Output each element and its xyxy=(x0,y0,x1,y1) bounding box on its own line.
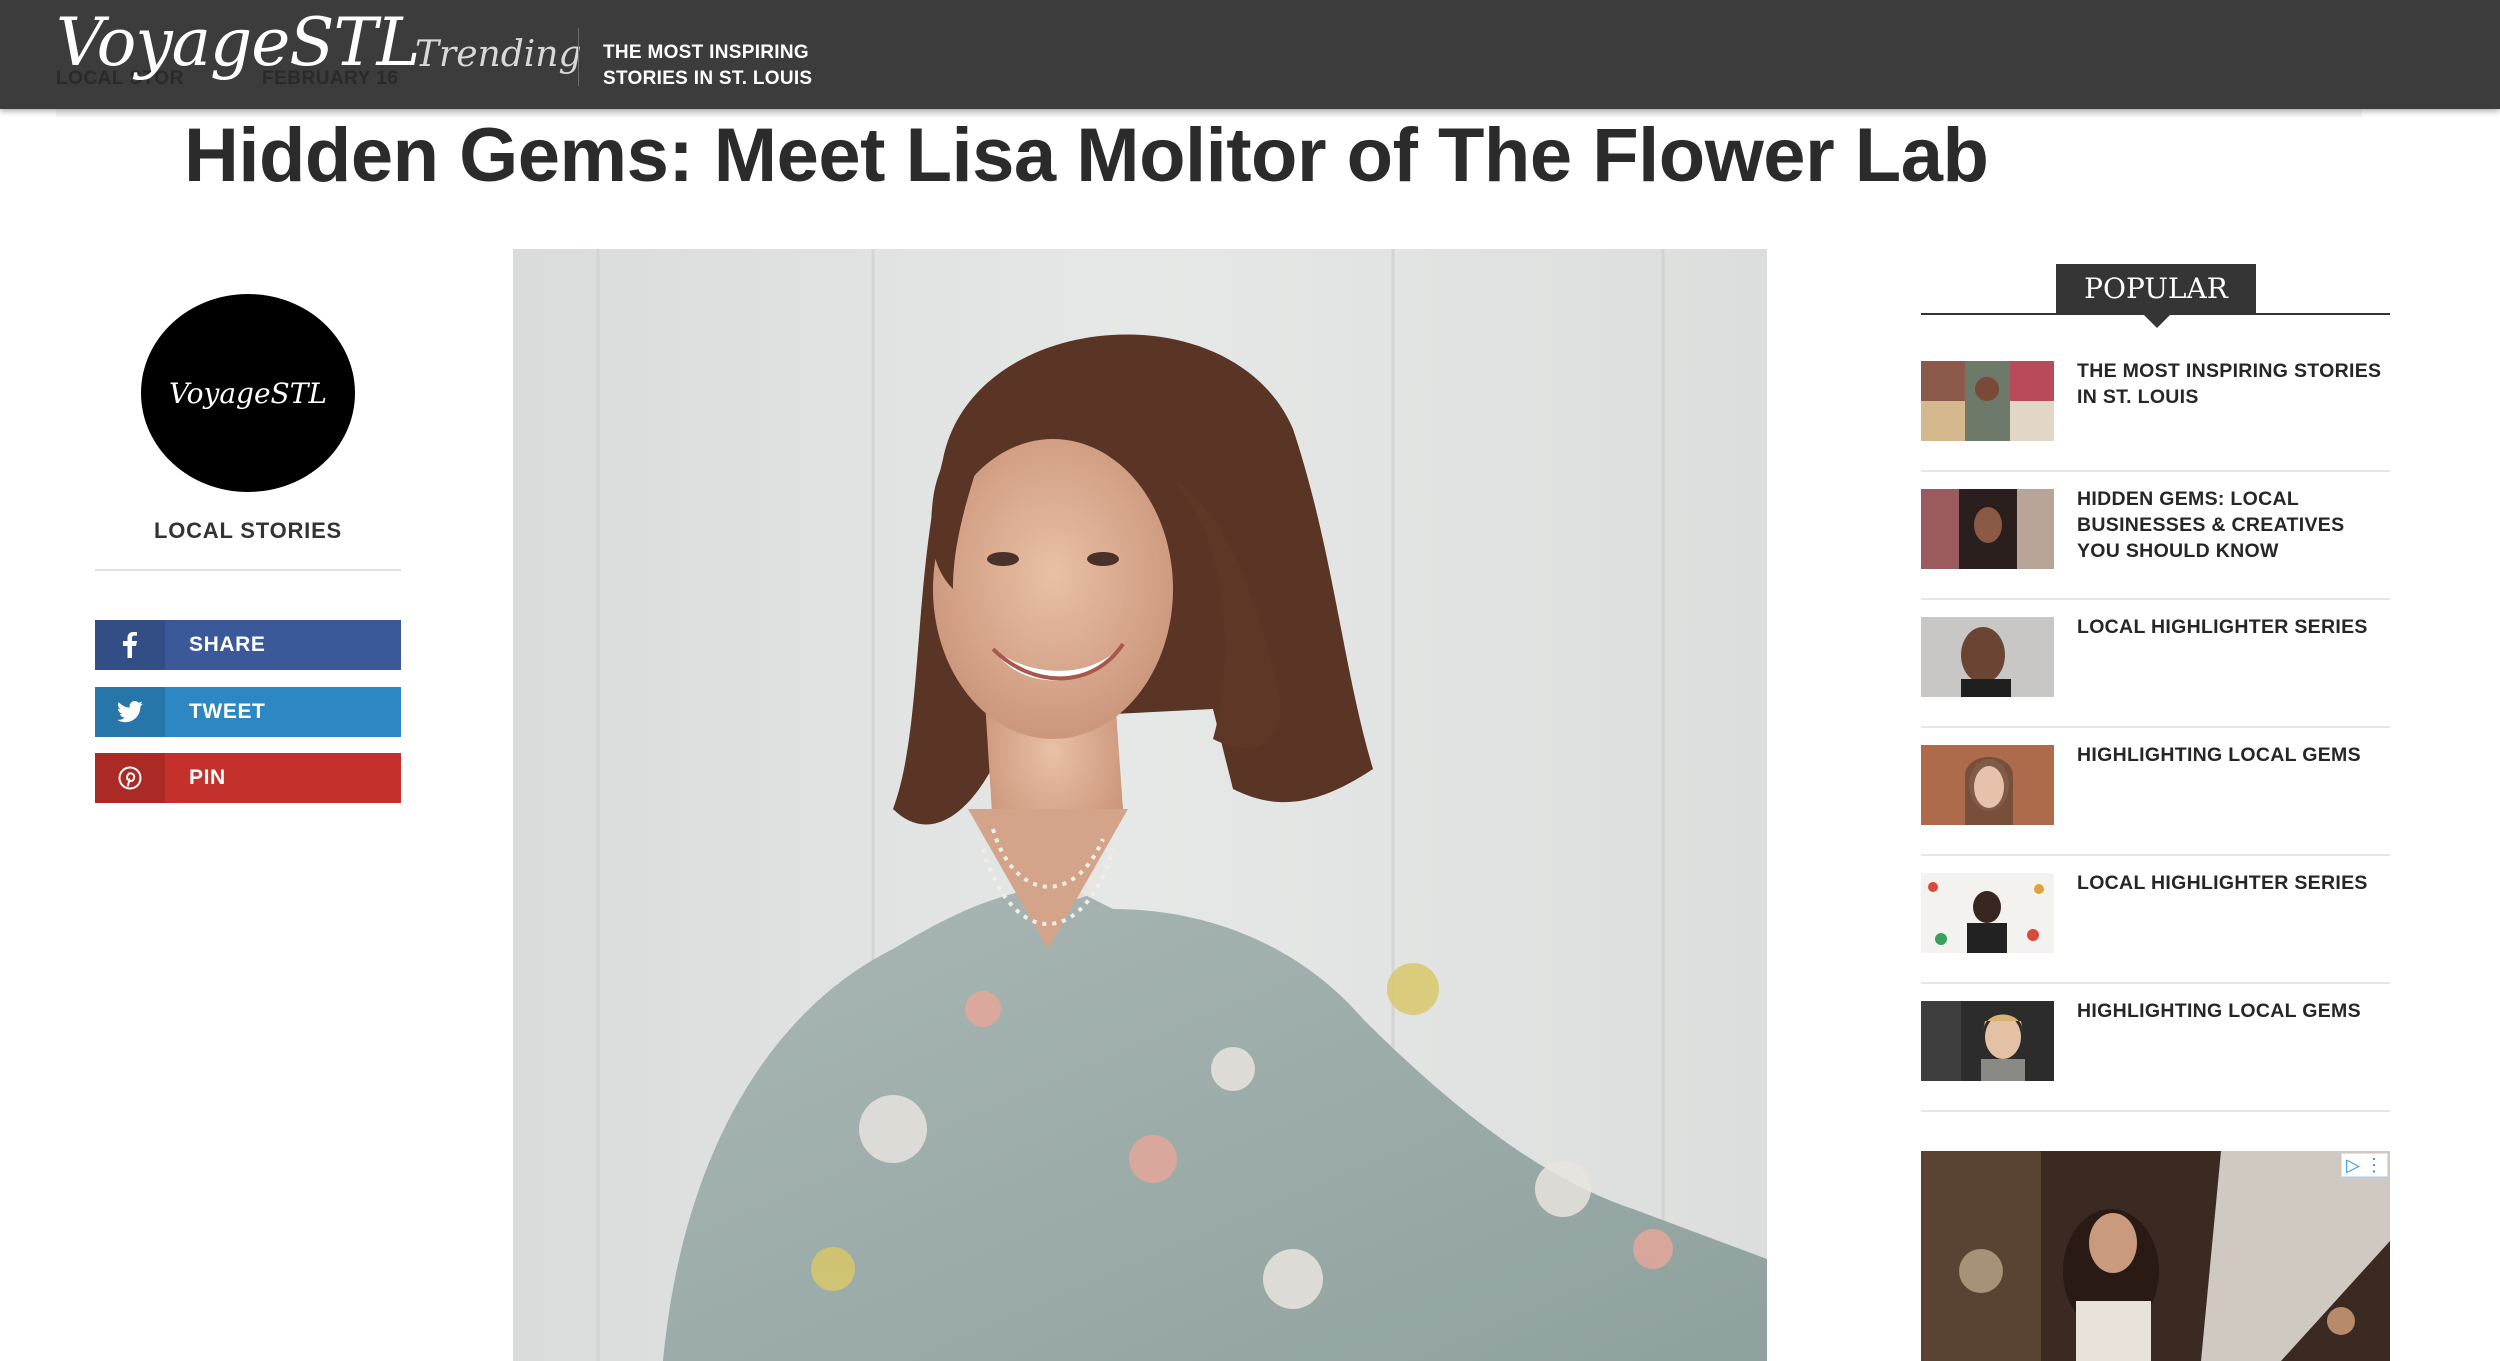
article-hero-photo xyxy=(513,249,1767,1361)
popular-thumbnail-collage xyxy=(1921,361,2054,441)
top-navigation-bar: LOCAL STOR FEBRUARY 16 VoyageSTL Trendin… xyxy=(0,0,2500,109)
popular-item-title: LOCAL HIGHLIGHTER SERIES xyxy=(2077,616,2368,638)
share-label: SHARE xyxy=(189,633,266,656)
popular-thumbnail-graphic xyxy=(1921,873,2054,953)
twitter-icon xyxy=(95,687,165,737)
popular-thumbnail-collage xyxy=(1921,489,2054,569)
popular-item[interactable]: HIGHLIGHTING LOCAL GEMS xyxy=(1921,728,2390,856)
twitter-tweet-button[interactable]: TWEET xyxy=(95,687,401,737)
category-link[interactable]: LOCAL STORIES xyxy=(95,518,401,544)
popular-heading: POPULAR xyxy=(2056,264,2256,314)
popular-item[interactable]: LOCAL HIGHLIGHTER SERIES xyxy=(1921,856,2390,984)
trending-label: Trending xyxy=(415,34,582,75)
avatar-logo-text: VoyageSTL xyxy=(169,376,327,410)
pinterest-pin-button[interactable]: PIN xyxy=(95,753,401,803)
popular-item-title: HIDDEN GEMS: LOCAL BUSINESSES & CREATIVE… xyxy=(2077,488,2345,562)
popular-item-title: HIGHLIGHTING LOCAL GEMS xyxy=(2077,1000,2361,1022)
trending-divider xyxy=(578,28,579,86)
popular-item[interactable]: HIGHLIGHTING LOCAL GEMS xyxy=(1921,984,2390,1112)
popular-item-title: LOCAL HIGHLIGHTER SERIES xyxy=(2077,872,2368,894)
popular-thumbnail-portrait xyxy=(1921,1001,2054,1081)
popular-heading-arrow xyxy=(2143,314,2171,328)
tweet-label: TWEET xyxy=(189,700,266,723)
facebook-share-button[interactable]: SHARE xyxy=(95,620,401,670)
popular-item-title: HIGHLIGHTING LOCAL GEMS xyxy=(2077,744,2361,766)
pinterest-icon xyxy=(95,753,165,803)
popular-thumbnail-portrait xyxy=(1921,745,2054,825)
pin-label: PIN xyxy=(189,766,226,789)
author-avatar[interactable]: VoyageSTL xyxy=(141,294,355,492)
popular-thumbnail-portrait xyxy=(1921,617,2054,697)
popular-item-divider xyxy=(1921,1110,2390,1112)
ad-choices-icon[interactable]: ▷ ⋮ xyxy=(2341,1153,2388,1177)
popular-item-title: THE MOST INSPIRING STORIES IN ST. LOUIS xyxy=(2077,360,2382,408)
popular-item[interactable]: LOCAL HIGHLIGHTER SERIES xyxy=(1921,600,2390,728)
trending-story-link[interactable]: THE MOST INSPIRING STORIES IN ST. LOUIS xyxy=(603,40,843,92)
popular-item[interactable]: HIDDEN GEMS: LOCAL BUSINESSES & CREATIVE… xyxy=(1921,472,2390,600)
facebook-icon xyxy=(95,620,165,670)
popular-item[interactable]: THE MOST INSPIRING STORIES IN ST. LOUIS xyxy=(1921,344,2390,472)
site-logo[interactable]: VoyageSTL xyxy=(56,4,420,81)
sidebar-advertisement[interactable]: ▷ ⋮ xyxy=(1921,1151,2390,1361)
article-title: Hidden Gems: Meet Lisa Molitor of The Fl… xyxy=(184,113,1989,198)
category-divider xyxy=(95,569,401,571)
